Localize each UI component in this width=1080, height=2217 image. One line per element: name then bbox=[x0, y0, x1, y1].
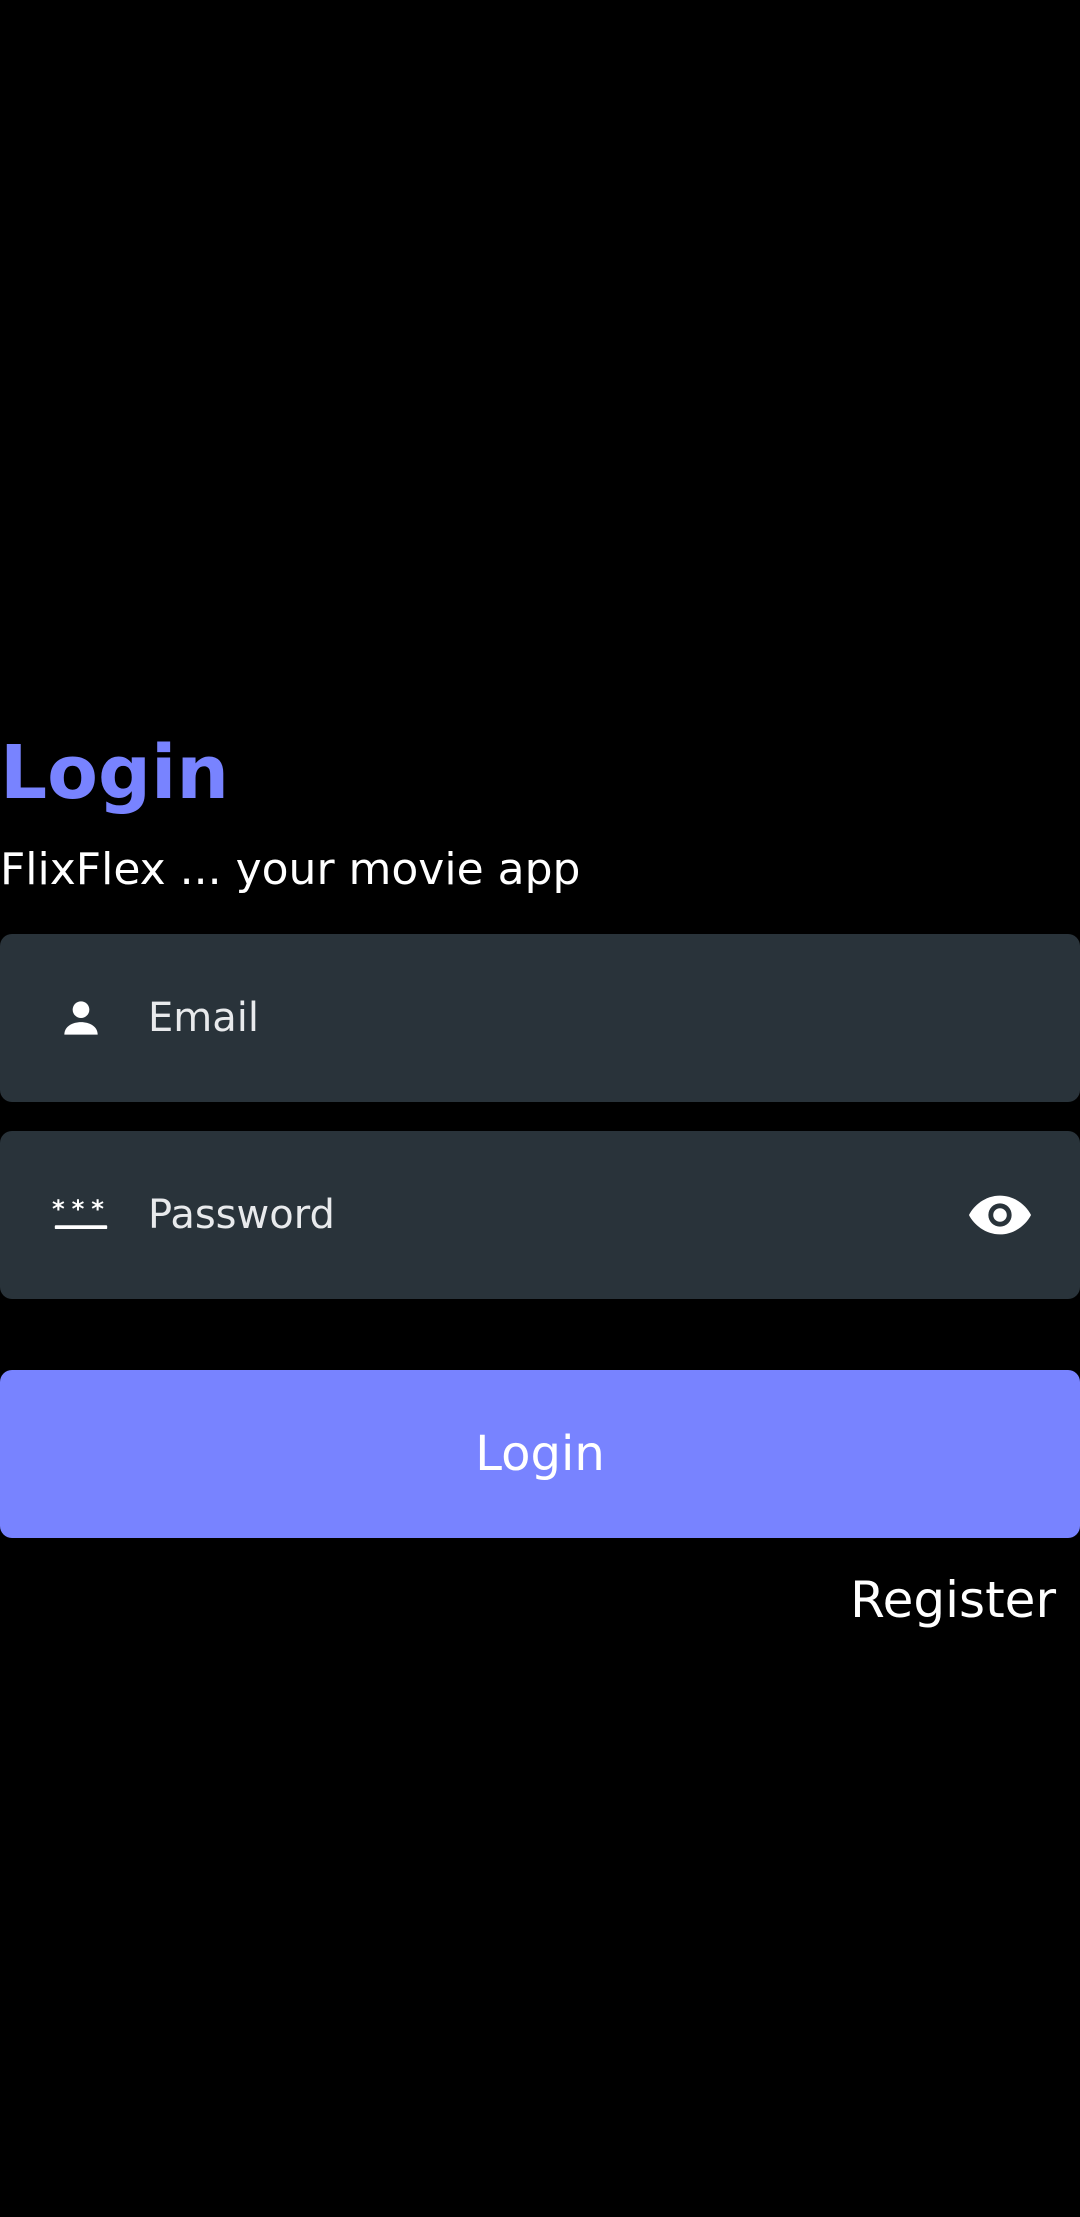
eye-icon[interactable] bbox=[968, 1183, 1032, 1247]
register-link[interactable]: Register bbox=[850, 1568, 1056, 1632]
person-icon bbox=[52, 989, 110, 1047]
svg-text:*: * bbox=[91, 1195, 104, 1223]
email-field-container[interactable] bbox=[0, 934, 1080, 1102]
app-tagline: FlixFlex ... your movie app bbox=[0, 844, 581, 895]
email-input[interactable] bbox=[148, 995, 928, 1041]
password-field-container[interactable]: * * * bbox=[0, 1131, 1080, 1299]
login-button[interactable]: Login bbox=[0, 1370, 1080, 1538]
password-icon: * * * bbox=[52, 1186, 110, 1244]
login-screen: Login FlixFlex ... your movie app * * * bbox=[0, 0, 1080, 2217]
page-title: Login bbox=[0, 730, 230, 816]
password-input[interactable] bbox=[148, 1192, 928, 1238]
svg-text:*: * bbox=[52, 1195, 65, 1223]
svg-text:*: * bbox=[72, 1195, 85, 1223]
